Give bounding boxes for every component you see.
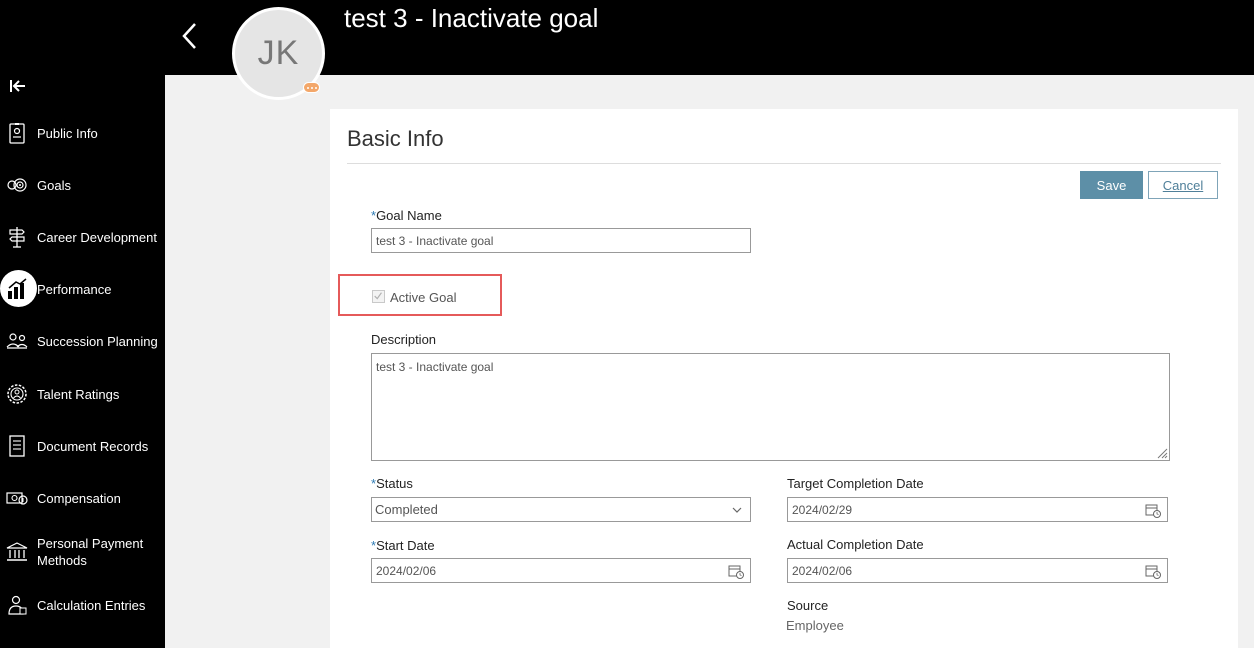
sidebar-item-succession-planning[interactable]: Succession Planning [0, 321, 165, 361]
description-textarea[interactable]: test 3 - Inactivate goal [371, 353, 1170, 461]
target-icon [7, 178, 27, 192]
actual-completion-date-label: Actual Completion Date [787, 537, 924, 552]
source-value: Employee [786, 618, 844, 633]
sidebar-item-label: Calculation Entries [37, 597, 146, 613]
top-bar: test 3 - Inactivate goal [0, 0, 1254, 75]
avatar-initials: JK [257, 34, 300, 72]
actual-completion-date-input[interactable]: 2024/02/06 [787, 558, 1168, 583]
more-options-badge[interactable] [303, 82, 320, 93]
target-completion-date-label: Target Completion Date [787, 476, 924, 491]
sidebar-item-personal-payment-methods[interactable]: Personal Payment Methods [0, 532, 165, 572]
cancel-button[interactable]: Cancel [1148, 171, 1218, 199]
active-goal-label: Active Goal [390, 290, 457, 305]
sidebar: Public Info Goals Career Development Per… [0, 75, 165, 648]
bar-chart-icon [8, 278, 27, 299]
document-icon [9, 435, 25, 457]
sidebar-item-goals[interactable]: Goals [0, 165, 165, 205]
person-calc-icon [8, 595, 27, 615]
sidebar-item-label: Goals [37, 177, 71, 193]
bank-icon [6, 542, 28, 561]
calendar-icon[interactable] [1145, 503, 1161, 518]
sidebar-item-calculation-entries[interactable]: Calculation Entries [0, 585, 165, 625]
goal-name-input[interactable]: test 3 - Inactivate goal [371, 228, 751, 253]
sidebar-item-label: Performance [37, 281, 112, 297]
basic-info-card: Basic Info Save Cancel *Goal Name test 3… [330, 109, 1238, 648]
back-arrow-icon[interactable] [176, 18, 206, 54]
status-select[interactable]: Completed [371, 497, 751, 522]
section-title: Basic Info [347, 126, 444, 151]
calendar-icon[interactable] [1145, 564, 1161, 579]
sidebar-item-document-records[interactable]: Document Records [0, 426, 165, 466]
page-title: test 3 - Inactivate goal [344, 3, 599, 33]
calendar-icon[interactable] [728, 564, 744, 579]
sidebar-item-compensation[interactable]: Compensation [0, 478, 165, 518]
sidebar-item-label: Public Info [37, 125, 98, 141]
sidebar-item-performance[interactable]: Performance [0, 269, 165, 309]
source-label: Source [787, 598, 829, 613]
start-date-input[interactable]: 2024/02/06 [371, 558, 751, 583]
target-completion-date-input[interactable]: 2024/02/29 [787, 497, 1168, 522]
sidebar-item-label: Compensation [37, 490, 121, 506]
description-label: Description [371, 332, 437, 347]
sidebar-item-label: Talent Ratings [37, 386, 120, 402]
sidebar-item-label: Career Development [37, 229, 157, 245]
sidebar-item-label: Succession Planning [37, 333, 158, 349]
status-value: Completed [375, 502, 438, 517]
sidebar-item-public-info[interactable]: Public Info [0, 113, 165, 153]
chevron-down-icon [732, 507, 742, 513]
resize-handle-icon[interactable] [1156, 447, 1168, 459]
description-text: test 3 - Inactivate goal [376, 360, 494, 374]
sidebar-item-talent-ratings[interactable]: Talent Ratings [0, 374, 165, 414]
collapse-sidebar-icon[interactable] [8, 78, 28, 96]
divider [347, 163, 1221, 164]
money-icon [6, 492, 28, 505]
active-goal-checkbox[interactable] [372, 290, 385, 303]
goal-name-label: *Goal Name [371, 208, 442, 223]
sidebar-item-label: Document Records [37, 438, 149, 454]
gear-person-icon [7, 384, 27, 404]
save-button[interactable]: Save [1080, 171, 1143, 199]
sidebar-item-label: Personal Payment Methods [37, 536, 144, 568]
signpost-icon [9, 227, 25, 248]
id-badge-icon [9, 123, 25, 144]
sidebar-item-career-development[interactable]: Career Development [0, 217, 165, 257]
status-label: *Status [371, 476, 413, 491]
start-date-label: *Start Date [371, 538, 435, 553]
people-icon [6, 333, 28, 349]
